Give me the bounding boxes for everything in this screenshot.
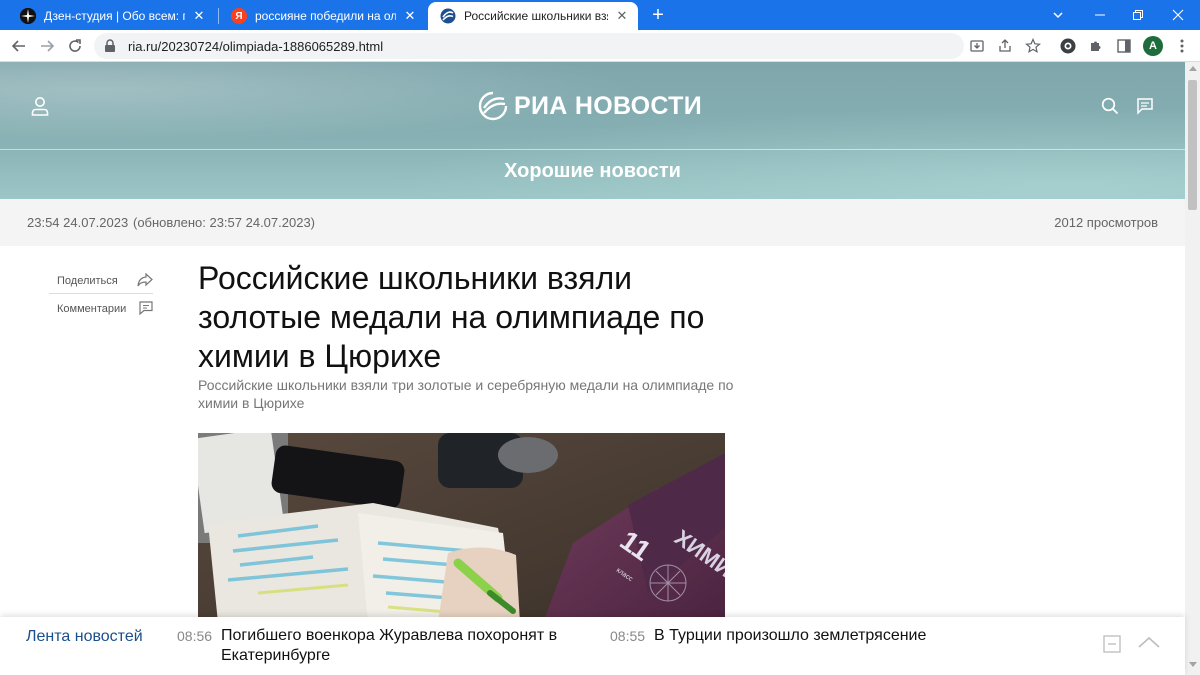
forward-arrow-icon[interactable]	[35, 34, 59, 58]
comments-label: Комментарии	[57, 303, 127, 315]
share-arrow-icon	[137, 272, 153, 290]
search-icon[interactable]	[1098, 94, 1122, 118]
ria-icon	[440, 8, 456, 24]
comment-icon	[139, 300, 153, 318]
article-subtitle: Российские школьники взяли три золотые и…	[198, 377, 734, 411]
tab-dzen[interactable]: Дзен-студия | Обо всем: про хо ✕	[8, 2, 215, 30]
share-page-icon[interactable]	[993, 34, 1017, 58]
close-window-icon[interactable]	[1158, 0, 1198, 30]
logo-wordmark: РИА НОВОСТИ	[514, 91, 702, 120]
news-ticker: Лента новостей 08:56 Погибшего военкора …	[0, 617, 1185, 675]
tab-title: Дзен-студия | Обо всем: про хо	[44, 9, 185, 23]
browser-tab-strip: Дзен-студия | Обо всем: про хо ✕ Я росси…	[0, 0, 1200, 30]
tab-title: россияне победили на олимпиа	[255, 9, 396, 23]
share-button[interactable]: Поделиться	[57, 267, 153, 295]
ria-logo-icon	[478, 91, 508, 121]
scroll-up-icon[interactable]	[1189, 66, 1197, 71]
updated-date: (обновлено: 23:57 24.07.2023)	[133, 215, 316, 230]
reload-icon[interactable]	[63, 34, 87, 58]
new-tab-button[interactable]: +	[648, 4, 668, 26]
comments-button[interactable]: Комментарии	[57, 295, 153, 323]
url-text: ria.ru/20230724/olimpiada-1886065289.htm…	[128, 38, 384, 54]
url-bar[interactable]: ria.ru/20230724/olimpiada-1886065289.htm…	[94, 33, 964, 59]
expand-chevron-up-icon[interactable]	[1137, 635, 1161, 655]
restore-icon[interactable]	[1118, 0, 1158, 30]
site-header: РИА НОВОСТИ Хорошие новости	[0, 62, 1185, 199]
back-arrow-icon[interactable]	[7, 34, 31, 58]
news-text-line: Погибшего военкора Журавлева похоронят в	[221, 627, 558, 644]
minimize-icon[interactable]	[1080, 0, 1120, 30]
header-divider	[0, 149, 1185, 150]
side-panel-icon[interactable]	[1112, 34, 1136, 58]
publish-date: 23:54 24.07.2023	[27, 215, 129, 230]
scroll-down-icon[interactable]	[1189, 662, 1197, 667]
close-icon[interactable]: ✕	[614, 8, 630, 24]
tab-yandex[interactable]: Я россияне победили на олимпиа ✕	[219, 2, 426, 30]
profile-avatar[interactable]: A	[1143, 36, 1163, 56]
page-viewport: РИА НОВОСТИ Хорошие новости 23:54 24.07.…	[0, 62, 1185, 675]
article-meta-bar: 23:54 24.07.2023 (обновлено: 23:57 24.07…	[0, 199, 1185, 246]
tab-search-chevron-icon[interactable]	[1038, 0, 1078, 30]
tab-ria-active[interactable]: Российские школьники взяли зо ✕	[428, 2, 638, 30]
news-text-line: Екатеринбурге	[221, 647, 331, 664]
yandex-icon: Я	[231, 8, 247, 24]
dzen-icon	[20, 8, 36, 24]
chat-icon[interactable]	[1133, 94, 1157, 118]
share-label: Поделиться	[57, 275, 118, 287]
news-item[interactable]: Погибшего военкора Журавлева похоронят в…	[221, 626, 591, 666]
share-panel: Поделиться Комментарии	[49, 267, 153, 323]
install-app-icon[interactable]	[965, 34, 989, 58]
extension-icon[interactable]	[1056, 34, 1080, 58]
tab-title: Российские школьники взяли зо	[464, 9, 608, 23]
news-time: 08:56	[177, 628, 213, 644]
ria-logo[interactable]: РИА НОВОСТИ	[478, 90, 702, 122]
news-text-line: В Турции произошло землетрясение	[654, 627, 927, 644]
section-title[interactable]: Хорошие новости	[0, 160, 1185, 183]
scroll-thumb[interactable]	[1188, 80, 1197, 210]
user-icon[interactable]	[28, 94, 52, 118]
news-feed-link[interactable]: Лента новостей	[26, 628, 143, 646]
address-toolbar: ria.ru/20230724/olimpiada-1886065289.htm…	[0, 30, 1200, 62]
close-icon[interactable]: ✕	[191, 8, 207, 24]
lock-icon[interactable]	[104, 39, 118, 53]
close-icon[interactable]: ✕	[402, 8, 418, 24]
bookmark-star-icon[interactable]	[1021, 34, 1045, 58]
share-divider	[49, 293, 153, 294]
kebab-menu-icon[interactable]	[1170, 34, 1194, 58]
article-title: Российские школьники взяли золотые медал…	[198, 260, 705, 374]
news-item[interactable]: В Турции произошло землетрясение	[654, 626, 984, 646]
page-scrollbar[interactable]	[1185, 62, 1200, 675]
news-time: 08:55	[610, 628, 646, 644]
article-photo: ХИМИЯ 11 класс	[198, 433, 725, 623]
view-count: 2012 просмотров	[1054, 215, 1158, 230]
puzzle-icon[interactable]	[1084, 34, 1108, 58]
minimize-ticker-icon[interactable]	[1103, 635, 1123, 655]
